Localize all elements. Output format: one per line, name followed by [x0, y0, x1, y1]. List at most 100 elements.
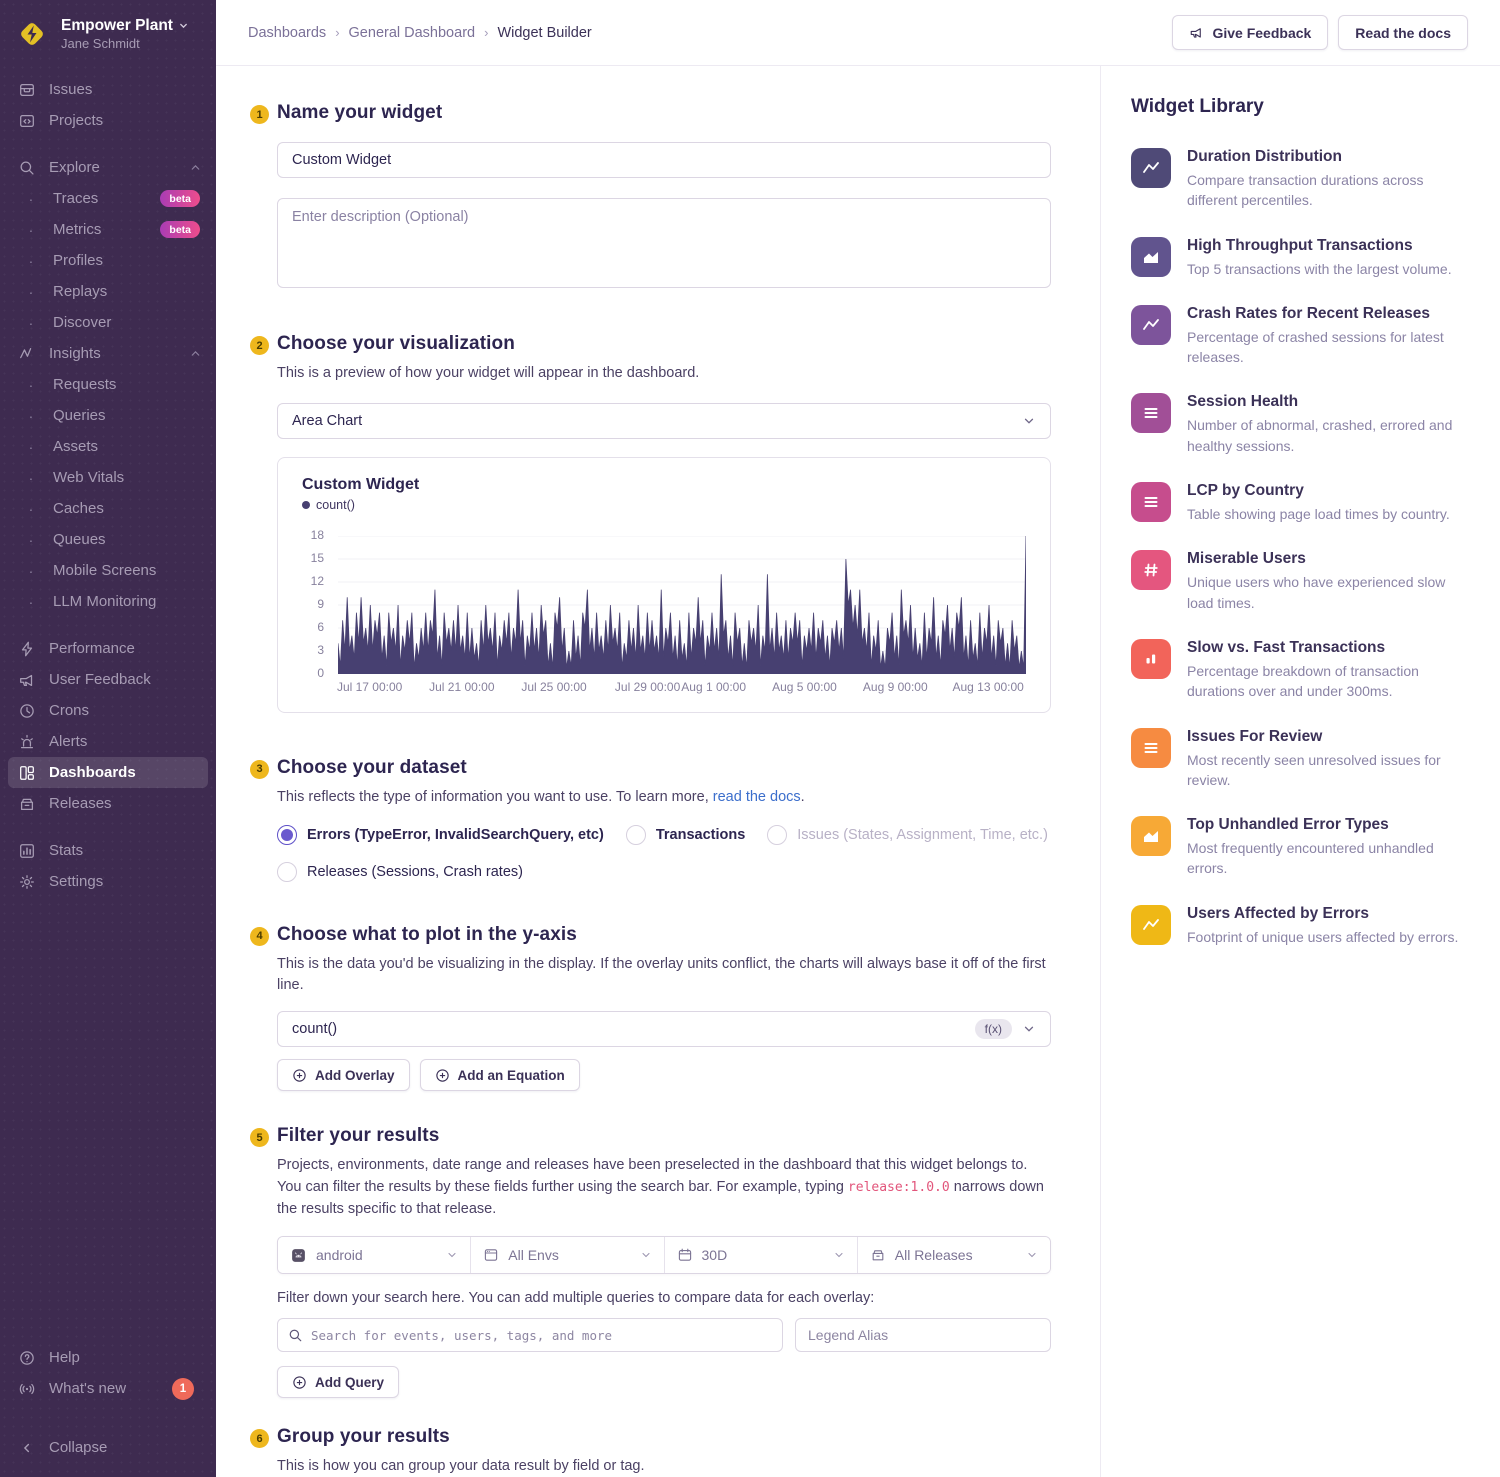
breadcrumb-separator: ›: [335, 25, 339, 40]
library-item-desc: Percentage of crashed sessions for lates…: [1187, 327, 1470, 368]
library-item-duration-distribution[interactable]: Duration DistributionCompare transaction…: [1131, 148, 1470, 211]
sidebar-item-alerts[interactable]: Alerts: [0, 726, 216, 757]
query-search-input[interactable]: [311, 1328, 772, 1343]
sidebar-item-releases[interactable]: Releases: [0, 788, 216, 819]
library-item-slow-vs-fast-transactions[interactable]: Slow vs. Fast TransactionsPercentage bre…: [1131, 639, 1470, 702]
sidebar-item-label: Assets: [53, 438, 98, 455]
sidebar-item-replays[interactable]: ·Replays: [0, 276, 216, 307]
sidebar-item-label: User Feedback: [49, 671, 151, 688]
step-subtitle: This is a preview of how your widget wil…: [277, 363, 1051, 385]
sidebar-item-user-feedback[interactable]: User Feedback: [0, 664, 216, 695]
sidebar-item-performance[interactable]: Performance: [0, 633, 216, 664]
sidebar-item-metrics[interactable]: ·Metricsbeta: [0, 214, 216, 245]
y-axis-function-select[interactable]: count() f(x): [277, 1011, 1051, 1047]
dataset-radio-releases[interactable]: Releases (Sessions, Crash rates): [277, 862, 523, 882]
step-visualization: 2 Choose your visualization This is a pr…: [250, 333, 1051, 713]
sidebar: Empower Plant Jane Schmidt IssuesProject…: [0, 0, 216, 1477]
line-chart-icon: [1131, 305, 1171, 345]
breadcrumb-dashboards[interactable]: Dashboards: [248, 25, 326, 41]
clock-icon: [18, 702, 36, 720]
sidebar-item-label: Dashboards: [49, 764, 136, 781]
sidebar-collapse[interactable]: Collapse: [0, 1432, 216, 1463]
library-item-high-throughput-transactions[interactable]: High Throughput TransactionsTop 5 transa…: [1131, 237, 1470, 279]
add-overlay-button[interactable]: Add Overlay: [277, 1059, 410, 1091]
x-tick-label: Aug 9 00:00: [863, 680, 928, 694]
date-range-filter[interactable]: 30D: [664, 1237, 857, 1273]
bullet-icon: ·: [22, 563, 40, 579]
chevron-down-icon: [1026, 1249, 1038, 1261]
add-equation-button[interactable]: Add an Equation: [420, 1059, 580, 1091]
library-item-crash-rates-for-recent-releases[interactable]: Crash Rates for Recent ReleasesPercentag…: [1131, 305, 1470, 368]
sidebar-item-label: Insights: [49, 345, 101, 362]
step-subtitle: This reflects the type of information yo…: [277, 787, 1051, 809]
sidebar-item-settings[interactable]: Settings: [0, 866, 216, 897]
give-feedback-button[interactable]: Give Feedback: [1172, 15, 1328, 50]
area-chart-icon: [1131, 816, 1171, 856]
sidebar-item-requests[interactable]: ·Requests: [0, 369, 216, 400]
visualization-select[interactable]: Area Chart: [277, 403, 1051, 439]
legend-alias-input[interactable]: [795, 1318, 1051, 1352]
library-item-top-unhandled-error-types[interactable]: Top Unhandled Error TypesMost frequently…: [1131, 816, 1470, 879]
sidebar-item-web-vitals[interactable]: ·Web Vitals: [0, 462, 216, 493]
sidebar-item-issues[interactable]: Issues: [0, 74, 216, 105]
dataset-radio-errors[interactable]: Errors (TypeError, InvalidSearchQuery, e…: [277, 825, 604, 845]
fx-badge[interactable]: f(x): [975, 1019, 1012, 1039]
sidebar-item-explore[interactable]: Explore: [0, 152, 216, 183]
sidebar-item-stats[interactable]: Stats: [0, 835, 216, 866]
sidebar-item-help[interactable]: Help: [0, 1342, 216, 1373]
android-icon: [290, 1247, 307, 1264]
sidebar-item-label: Settings: [49, 873, 103, 890]
bullet-icon: ·: [22, 284, 40, 300]
sidebar-item-insights[interactable]: Insights: [0, 338, 216, 369]
sidebar-item-label: Caches: [53, 500, 104, 517]
breadcrumb-separator: ›: [484, 25, 488, 40]
library-item-issues-for-review[interactable]: Issues For ReviewMost recently seen unre…: [1131, 728, 1470, 791]
sidebar-item-discover[interactable]: ·Discover: [0, 307, 216, 338]
breadcrumb-general-dashboard[interactable]: General Dashboard: [349, 25, 476, 41]
sidebar-item-caches[interactable]: ·Caches: [0, 493, 216, 524]
sidebar-item-label: Explore: [49, 159, 100, 176]
sidebar-item-label: Web Vitals: [53, 469, 124, 486]
sidebar-item-queries[interactable]: ·Queries: [0, 400, 216, 431]
widget-name-input[interactable]: [277, 142, 1051, 178]
plus-circle-icon: [292, 1375, 307, 1390]
sidebar-item-label: Discover: [53, 314, 111, 331]
library-item-users-affected-by-errors[interactable]: Users Affected by ErrorsFootprint of uni…: [1131, 905, 1470, 947]
library-item-lcp-by-country[interactable]: LCP by CountryTable showing page load ti…: [1131, 482, 1470, 524]
sidebar-item-what-s-new[interactable]: What's new1: [0, 1373, 216, 1404]
step-number: 1: [250, 105, 269, 124]
sidebar-item-assets[interactable]: · Assets: [0, 431, 216, 462]
y-tick-label: 0: [317, 666, 324, 680]
area-chart-plot: 0369121518: [338, 536, 1026, 674]
sidebar-item-profiles[interactable]: ·Profiles: [0, 245, 216, 276]
x-tick-label: Jul 25 00:00: [521, 680, 586, 694]
read-the-docs-link[interactable]: read the docs: [713, 789, 801, 805]
sidebar-item-crons[interactable]: Crons: [0, 695, 216, 726]
dataset-radio-transactions[interactable]: Transactions: [626, 825, 745, 845]
step-number: 4: [250, 927, 269, 946]
project-filter[interactable]: android: [278, 1237, 470, 1273]
sidebar-item-dashboards[interactable]: Dashboards: [8, 757, 208, 788]
sidebar-item-queues[interactable]: ·Queues: [0, 524, 216, 555]
stats-icon: [18, 842, 36, 860]
sidebar-item-llm-monitoring[interactable]: ·LLM Monitoring: [0, 586, 216, 617]
release-filter[interactable]: All Releases: [857, 1237, 1050, 1273]
library-item-miserable-users[interactable]: Miserable UsersUnique users who have exp…: [1131, 550, 1470, 613]
sidebar-item-label: Help: [49, 1349, 80, 1366]
library-item-desc: Most frequently encountered unhandled er…: [1187, 838, 1470, 879]
org-name: Empower Plant: [61, 16, 173, 35]
widget-builder-form: 1 Name your widget 2 Choose your visuali…: [216, 66, 1100, 1477]
sidebar-item-traces[interactable]: ·Tracesbeta: [0, 183, 216, 214]
environment-filter[interactable]: All Envs: [470, 1237, 663, 1273]
dataset-radio-issues: Issues (States, Assignment, Time, etc.): [767, 825, 1048, 845]
library-item-session-health[interactable]: Session HealthNumber of abnormal, crashe…: [1131, 393, 1470, 456]
widget-description-input[interactable]: [277, 198, 1051, 288]
chevron-up-icon: [189, 347, 202, 360]
sidebar-item-projects[interactable]: Projects: [0, 105, 216, 136]
breadcrumb-widget-builder: Widget Builder: [497, 25, 591, 41]
sidebar-item-mobile-screens[interactable]: ·Mobile Screens: [0, 555, 216, 586]
read-docs-button[interactable]: Read the docs: [1338, 15, 1468, 50]
bullet-icon: ·: [22, 439, 40, 455]
add-query-button[interactable]: Add Query: [277, 1366, 399, 1398]
org-switcher[interactable]: Empower Plant Jane Schmidt: [0, 16, 216, 52]
